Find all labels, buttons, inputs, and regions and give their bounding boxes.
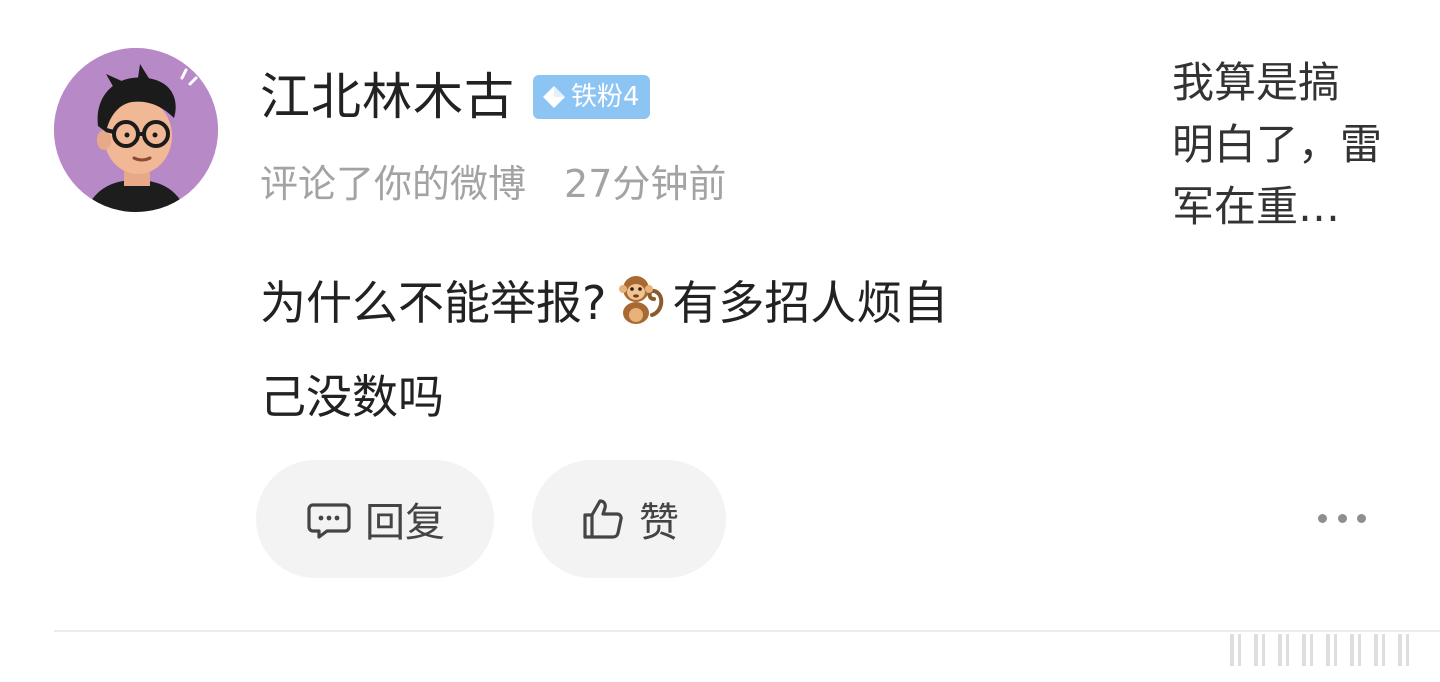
preview-line-3: 军在重…	[1172, 182, 1341, 231]
more-dot	[1357, 513, 1366, 523]
avatar[interactable]	[54, 48, 218, 212]
platform-watermark-icon	[1230, 634, 1409, 666]
thumbs-up-icon	[583, 499, 623, 539]
more-dot	[1337, 513, 1347, 523]
username-row: 江北林木古 铁粉4	[260, 66, 650, 128]
comment-text-before-emoji: 为什么不能举报?	[260, 276, 607, 330]
monkey-emoji-icon	[619, 276, 664, 324]
comment-line-1: 为什么不能举报? 有多招人烦自	[260, 256, 1120, 350]
preview-line-1: 我算是搞	[1172, 58, 1341, 107]
comment-text: 为什么不能举报? 有多招人烦自 己没数吗	[260, 256, 1120, 444]
more-options-icon[interactable]	[1318, 500, 1366, 536]
reply-button[interactable]: 回复	[256, 460, 494, 578]
comment-text-after-emoji: 有多招人烦自	[672, 276, 949, 330]
fan-badge-label: 铁粉4	[571, 82, 640, 112]
reply-label: 回复	[365, 500, 445, 546]
preview-line-2: 明白了，雷	[1172, 120, 1383, 169]
like-button[interactable]: 赞	[532, 460, 726, 578]
comment-line-2: 己没数吗	[260, 370, 444, 424]
avatar-illustration	[54, 48, 218, 212]
timestamp: 27分钟前	[564, 162, 727, 206]
like-label: 赞	[639, 500, 679, 546]
comment-notification-card[interactable]: 江北林木古 铁粉4 评论了你的微博 27分钟前 为什么不能举报? 有多招人烦自 …	[0, 0, 1440, 682]
original-post-preview[interactable]: 我算是搞 明白了，雷 军在重…	[1172, 52, 1392, 238]
fan-level-badge[interactable]: 铁粉4	[533, 75, 650, 119]
username[interactable]: 江北林木古	[260, 66, 515, 128]
action-text: 评论了你的微博	[260, 162, 527, 206]
diamond-icon	[543, 86, 565, 108]
more-dot	[1318, 513, 1327, 523]
comment-bubble-icon	[307, 503, 351, 539]
comment-meta: 评论了你的微博 27分钟前	[260, 156, 726, 212]
